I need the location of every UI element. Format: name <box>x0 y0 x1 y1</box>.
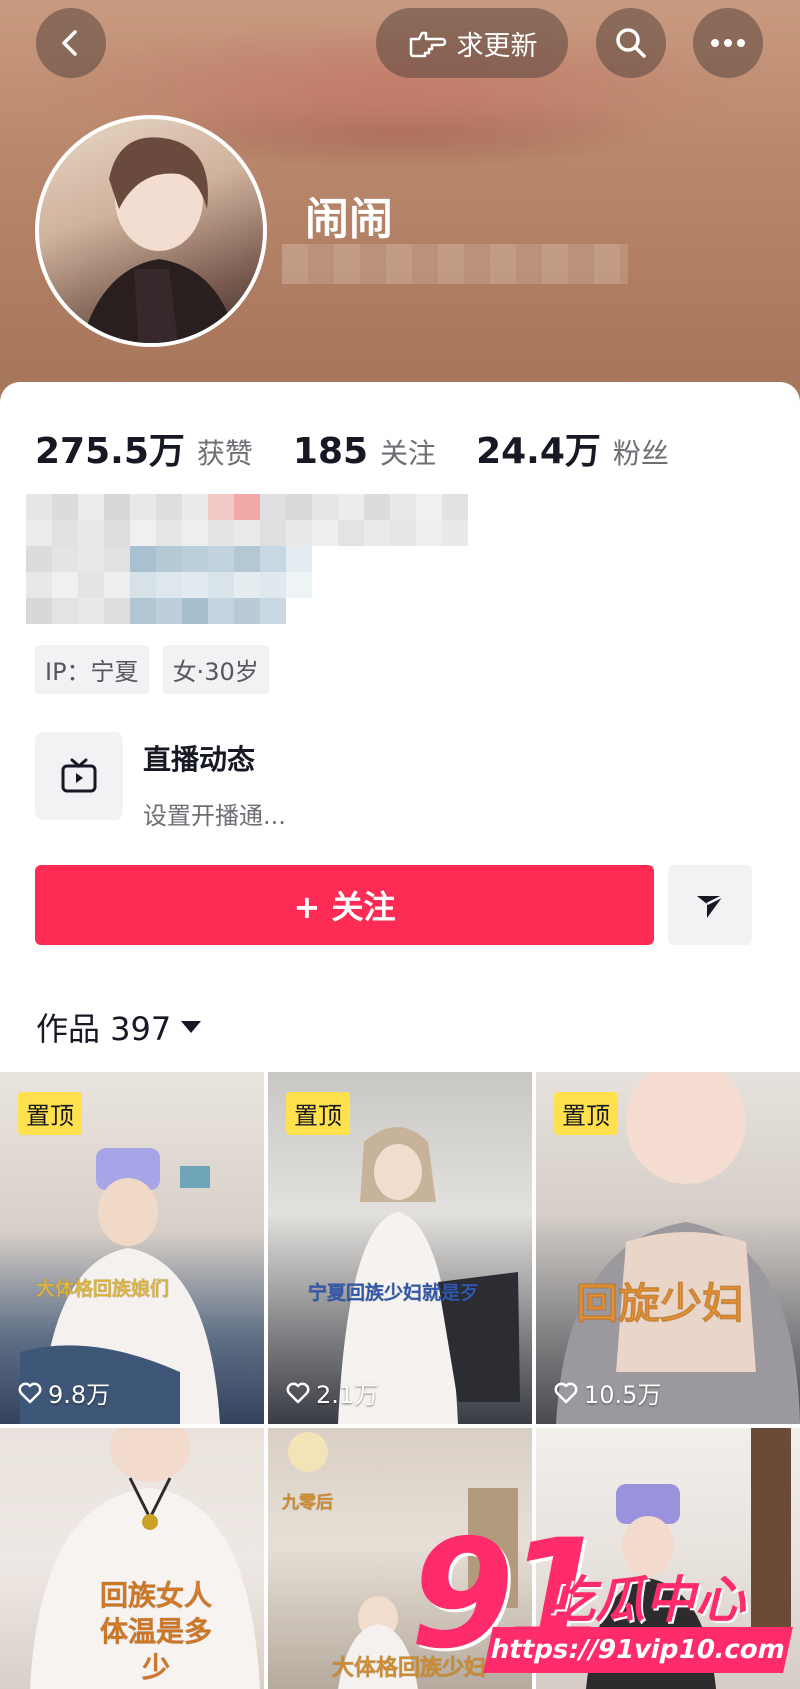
search-button[interactable] <box>596 8 666 78</box>
works-tab[interactable]: 作品 397 <box>36 1004 202 1050</box>
likes-count-label: 2.1万 <box>316 1381 379 1409</box>
share-button[interactable] <box>668 865 752 945</box>
video-caption-top: 九零后 <box>282 1493 334 1514</box>
video-caption: 回旋少妇 <box>575 1279 745 1329</box>
following-label: 关注 <box>380 437 437 470</box>
watermark-logo-text: 吃瓜中心 <box>545 1571 745 1629</box>
pinned-badge: 置顶 <box>286 1092 350 1135</box>
more-button[interactable] <box>693 8 763 78</box>
likes-label: 获赞 <box>196 437 253 470</box>
search-icon <box>616 28 646 58</box>
avatar-portrait <box>81 137 238 343</box>
pinned-badge: 置顶 <box>554 1092 618 1135</box>
tv-icon <box>61 758 97 793</box>
caret-down-icon <box>181 1021 202 1033</box>
profile-tags: IP：宁夏 女·30岁 <box>35 645 269 694</box>
send-arrow-icon <box>697 894 724 918</box>
blurred-bio <box>26 494 468 624</box>
back-button[interactable] <box>36 8 106 78</box>
heart-icon <box>286 1382 310 1403</box>
username: 闹闹 <box>305 194 393 245</box>
video-card[interactable]: 回族女人 体温是多 少 <box>0 1428 264 1689</box>
profile-card: 275.5万 获赞 185 关注 24.4万 粉丝 IP：宁夏 女·30岁 直播… <box>0 382 800 1072</box>
watermark-url: https://91vip10.com <box>483 1627 793 1673</box>
video-card[interactable]: 置顶 回旋少妇 10.5万 <box>536 1072 800 1424</box>
avatar[interactable] <box>35 115 267 347</box>
pinned-badge: 置顶 <box>18 1092 82 1135</box>
follow-button[interactable]: + 关注 <box>35 865 654 945</box>
ip-location-tag: IP：宁夏 <box>35 645 149 694</box>
video-card[interactable]: 置顶 宁夏回族少妇就是歹 2.1万 <box>268 1072 532 1424</box>
request-update-button[interactable]: 求更新 <box>376 8 568 78</box>
video-caption: 回族女人 体温是多 少 <box>99 1579 213 1685</box>
video-likes: 2.1万 <box>286 1375 378 1410</box>
live-subtitle: 设置开播通... <box>143 802 286 830</box>
video-likes: 10.5万 <box>554 1375 661 1410</box>
followers-count[interactable]: 24.4万 <box>476 422 601 474</box>
works-label: 作品 397 <box>36 1010 172 1048</box>
heart-icon <box>554 1382 578 1403</box>
likes-count-label: 9.8万 <box>48 1381 111 1409</box>
video-caption: 宁夏回族少妇就是歹 <box>307 1282 480 1305</box>
blurred-account-id <box>282 244 628 284</box>
profile-stats: 275.5万 获赞 185 关注 24.4万 粉丝 <box>35 422 709 474</box>
likes-count[interactable]: 275.5万 <box>35 422 185 474</box>
video-caption: 大体格回族娘们 <box>35 1278 170 1301</box>
tv-icon-box <box>35 732 123 820</box>
pointing-hand-icon <box>409 31 446 58</box>
following-count[interactable]: 185 <box>293 431 368 472</box>
live-status-entry[interactable]: 直播动态 设置开播通... <box>35 732 286 831</box>
heart-icon <box>18 1382 42 1403</box>
live-title: 直播动态 <box>143 743 256 776</box>
more-dots-icon <box>711 39 745 47</box>
request-update-label: 求更新 <box>456 30 538 62</box>
followers-label: 粉丝 <box>612 437 669 470</box>
likes-count-label: 10.5万 <box>584 1381 662 1409</box>
video-likes: 9.8万 <box>18 1375 110 1410</box>
chevron-left-icon <box>62 30 77 56</box>
gender-age-tag: 女·30岁 <box>162 645 269 694</box>
video-card[interactable]: 置顶 大体格回族娘们 9.8万 <box>0 1072 264 1424</box>
